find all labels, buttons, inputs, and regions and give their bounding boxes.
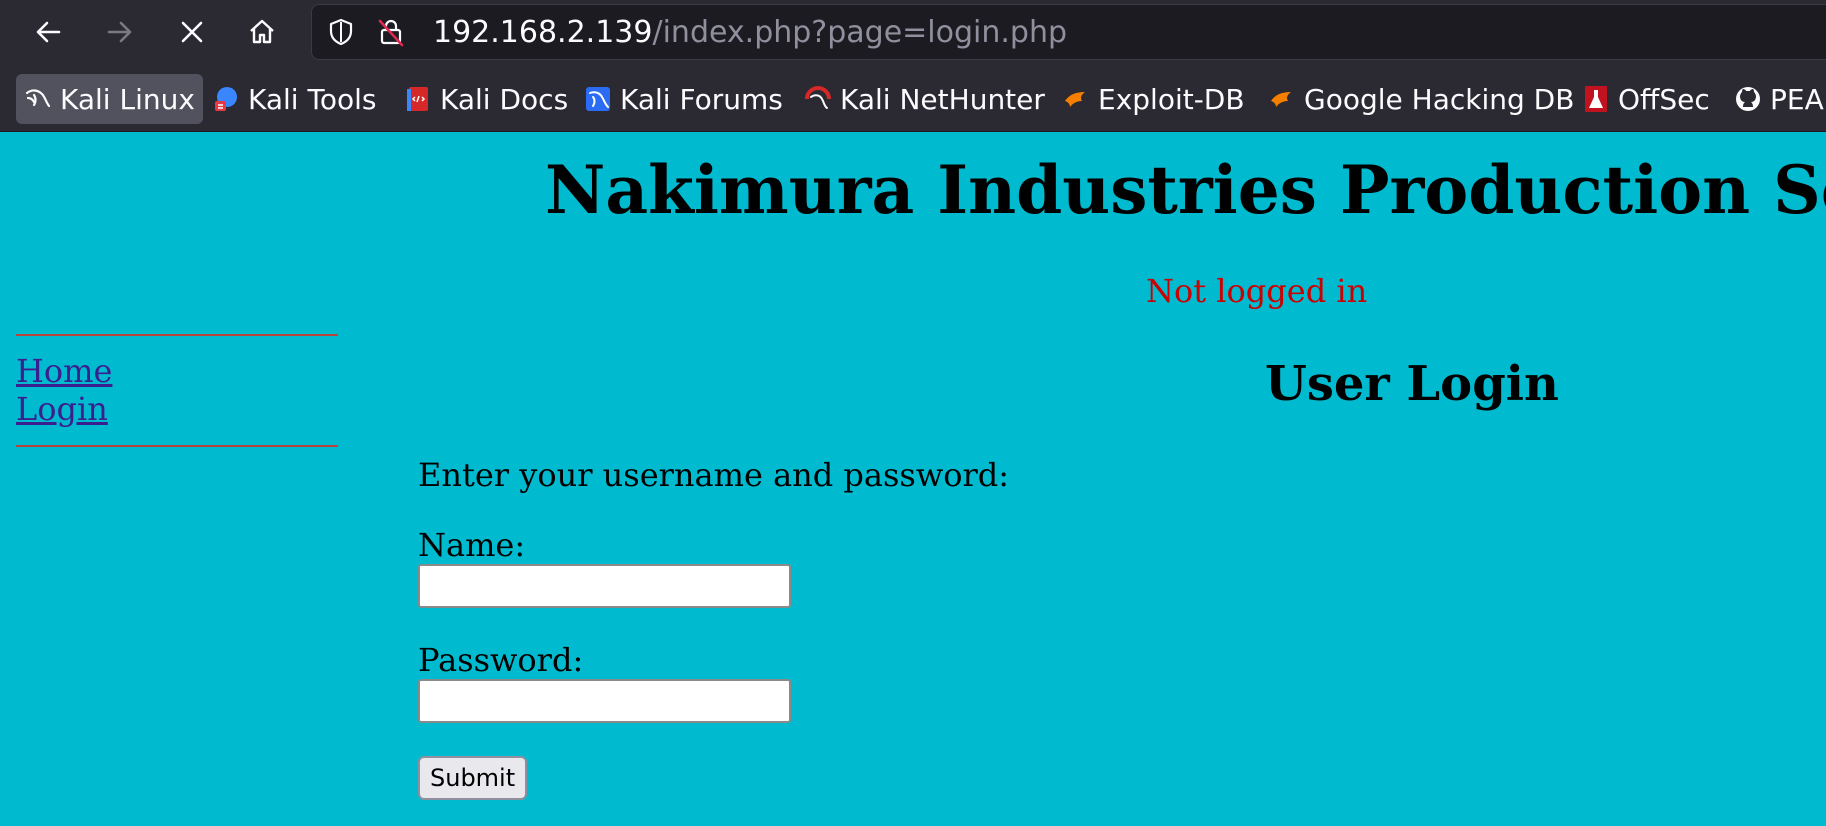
insecure-lock-icon[interactable] xyxy=(376,17,406,47)
bookmark-kali-tools[interactable]: Kali Tools xyxy=(204,74,384,124)
bookmark-kali-linux[interactable]: Kali Linux xyxy=(16,74,203,124)
login-status: Not logged in xyxy=(1146,272,1368,310)
bookmark-google-hacking-db[interactable]: Google Hacking DB xyxy=(1260,74,1582,124)
name-label: Name: xyxy=(418,526,526,564)
tracking-protection-shield-icon[interactable] xyxy=(326,17,356,47)
bookmark-label: Exploit-DB xyxy=(1098,82,1245,116)
address-bar[interactable]: 192.168.2.139/index.php?page=login.php xyxy=(311,4,1826,60)
kali-docs-icon xyxy=(404,85,432,113)
github-icon xyxy=(1734,85,1762,113)
kali-forums-icon xyxy=(584,85,612,113)
nav-link-login[interactable]: Login xyxy=(16,390,112,428)
kali-nethunter-icon xyxy=(804,85,832,113)
submit-button[interactable]: Submit xyxy=(418,756,528,800)
nav-link-home[interactable]: Home xyxy=(16,352,112,390)
kali-tools-icon xyxy=(212,85,240,113)
bookmark-kali-docs[interactable]: Kali Docs xyxy=(396,74,576,124)
password-input[interactable] xyxy=(418,679,791,723)
bookmark-pea[interactable]: PEA xyxy=(1726,74,1826,124)
ghdb-icon xyxy=(1268,85,1296,113)
back-button[interactable] xyxy=(24,8,72,56)
bookmarks-toolbar: Kali Linux Kali Tools Kali Docs Kali For… xyxy=(0,64,1826,132)
form-heading: User Login xyxy=(1265,356,1559,412)
bookmark-offsec[interactable]: OffSec xyxy=(1574,74,1718,124)
offsec-icon xyxy=(1582,85,1610,113)
url-text[interactable]: 192.168.2.139/index.php?page=login.php xyxy=(433,13,1067,53)
bookmark-label: Kali Tools xyxy=(248,82,377,116)
page-content: Nakimura Industries Production Se Not lo… xyxy=(0,132,1826,826)
bookmark-exploit-db[interactable]: Exploit-DB xyxy=(1054,74,1253,124)
kali-dragon-icon xyxy=(24,85,52,113)
bookmark-label: Google Hacking DB xyxy=(1304,82,1575,116)
bookmark-label: Kali Forums xyxy=(620,82,783,116)
url-host: 192.168.2.139 xyxy=(433,15,653,50)
home-button[interactable] xyxy=(238,8,286,56)
url-path: /index.php?page=login.php xyxy=(652,15,1068,50)
bookmark-label: Kali NetHunter xyxy=(840,82,1045,116)
forward-button[interactable] xyxy=(96,8,144,56)
bookmark-kali-nethunter[interactable]: Kali NetHunter xyxy=(796,74,1053,124)
sidebar-bottom-divider xyxy=(16,445,338,447)
sidebar-nav: Home Login xyxy=(16,352,112,428)
bookmark-label: PEA xyxy=(1770,82,1824,116)
stop-button[interactable] xyxy=(168,8,216,56)
bookmark-label: Kali Linux xyxy=(60,82,195,116)
bookmark-label: OffSec xyxy=(1618,82,1710,116)
sidebar-top-divider xyxy=(16,334,338,336)
browser-toolbar: 192.168.2.139/index.php?page=login.php xyxy=(0,0,1826,64)
form-intro-text: Enter your username and password: xyxy=(418,456,1010,494)
bookmark-kali-forums[interactable]: Kali Forums xyxy=(576,74,791,124)
back-arrow-icon xyxy=(36,21,61,43)
forward-arrow-icon xyxy=(107,21,132,43)
home-icon xyxy=(250,19,274,44)
name-input[interactable] xyxy=(418,564,791,608)
exploit-db-icon xyxy=(1062,85,1090,113)
site-title: Nakimura Industries Production Se xyxy=(545,151,1826,229)
stop-icon xyxy=(181,21,203,43)
password-label: Password: xyxy=(418,641,584,679)
bookmark-label: Kali Docs xyxy=(440,82,569,116)
